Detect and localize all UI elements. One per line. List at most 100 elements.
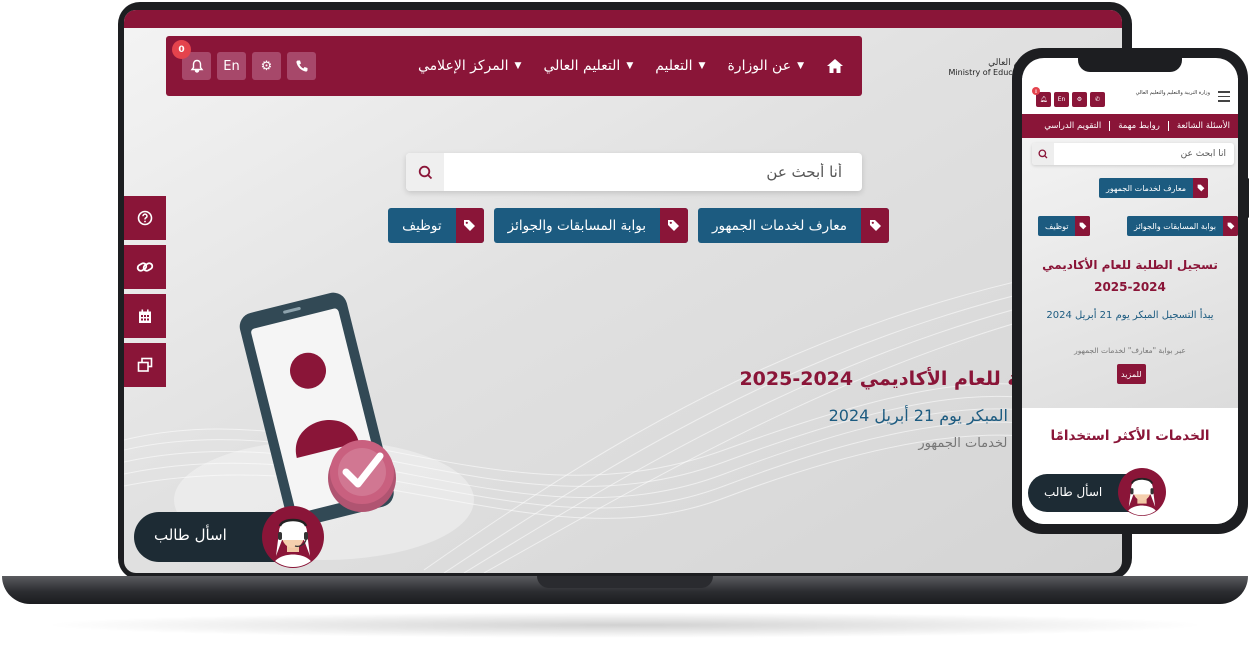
- mobile-ask-student-button[interactable]: اسأل طالب: [1028, 468, 1166, 516]
- notifications-button[interactable]: 0: [172, 40, 211, 80]
- registration-illustration: [239, 292, 396, 527]
- device-mockup: وزارة التربية والتعليم والتعليم العالي M…: [0, 0, 1250, 652]
- language-toggle-label: En: [223, 58, 240, 74]
- search-button[interactable]: [406, 153, 444, 191]
- side-quick-links: [124, 196, 166, 392]
- quick-link-label: توظيف: [402, 217, 442, 234]
- nav-item-label: التعليم العالي: [543, 58, 621, 74]
- side-faq-button[interactable]: [124, 196, 166, 240]
- home-icon[interactable]: [826, 58, 844, 74]
- language-toggle[interactable]: En: [217, 52, 246, 80]
- gear-icon: ⚙: [260, 58, 273, 74]
- nav-item-label: التعليم: [655, 58, 693, 74]
- phone-notch: [1078, 54, 1182, 72]
- nav-item-label: المركز الإعلامي: [417, 58, 509, 74]
- mobile-hero-title: تسجيل الطلبة للعام الأكاديمي 2024-2025: [1042, 258, 1218, 294]
- tag-icon: [1075, 216, 1091, 236]
- caret-down-icon: ▼: [514, 61, 522, 71]
- mobile-quick-link-jobs[interactable]: توظيف: [1038, 216, 1091, 236]
- ask-student-label: اسأل طالب: [154, 526, 227, 544]
- mobile-contact-button[interactable]: ✆: [1090, 92, 1105, 107]
- search-icon: [1038, 149, 1048, 159]
- quick-link-jobs[interactable]: توظيف: [388, 208, 484, 243]
- mobile-quick-link-maaref[interactable]: معارف لخدمات الجمهور: [1098, 178, 1208, 198]
- tag-icon: [659, 208, 688, 243]
- notification-count-badge: 0: [172, 40, 191, 59]
- main-navbar: عن الوزارة ▼ التعليم ▼ التعليم العالي ▼ …: [166, 36, 862, 96]
- quick-links: معارف لخدمات الجمهور بوابة المسابقات وال…: [388, 208, 889, 243]
- side-calendar-button[interactable]: [124, 294, 166, 338]
- nav-item-label: عن الوزارة: [727, 58, 792, 74]
- search-bar: [406, 153, 862, 191]
- mobile-quick-link-competitions[interactable]: بوابة المسابقات والجوائز: [1127, 216, 1238, 236]
- student-avatar: [262, 506, 324, 568]
- nav-item-about[interactable]: عن الوزارة ▼: [727, 58, 804, 74]
- quick-link-label: بوابة المسابقات والجوائز: [1134, 221, 1216, 231]
- phone-icon: [295, 60, 307, 72]
- phone-side-button: [1246, 178, 1249, 218]
- mobile-notifications-button[interactable]: 0 🔔︎: [1032, 87, 1051, 107]
- mobile-search-button[interactable]: [1032, 143, 1054, 165]
- notification-count-badge: 0: [1032, 87, 1040, 95]
- mobile-nav-faq[interactable]: الأسئلة الشائعة: [1177, 121, 1230, 131]
- quick-link-label: معارف لخدمات الجمهور: [1105, 183, 1186, 193]
- quick-link-maaref[interactable]: معارف لخدمات الجمهور: [697, 208, 889, 243]
- mobile-nav: الأسئلة الشائعة روابط مهمة التقويم الدرا…: [1022, 114, 1238, 138]
- mobile-ministry-logo[interactable]: وزارة التربية والتعليم والتعليم العالي: [1136, 90, 1210, 96]
- side-links-button[interactable]: [124, 245, 166, 289]
- mobile-settings-button[interactable]: ⚙: [1072, 92, 1087, 107]
- menu-icon[interactable]: [1218, 91, 1230, 105]
- windows-icon: [137, 357, 153, 372]
- search-input[interactable]: [446, 153, 852, 191]
- bell-icon: 🔔︎: [1039, 96, 1048, 103]
- hero-subtitle: يبدأ التسجيل المبكر يوم 21 أبريل 2024: [828, 406, 1020, 425]
- bell-icon: [190, 59, 203, 73]
- mobile-nav-links[interactable]: روابط مهمة: [1118, 121, 1160, 131]
- phone-icon: ✆: [1094, 96, 1101, 103]
- mobile-header: وزارة التربية والتعليم والتعليم العالي 0…: [1022, 78, 1238, 114]
- settings-button[interactable]: ⚙: [252, 52, 281, 80]
- contact-button[interactable]: [287, 52, 316, 80]
- tag-icon: [455, 208, 484, 243]
- caret-down-icon: ▼: [626, 61, 634, 71]
- side-windows-button[interactable]: [124, 343, 166, 387]
- laptop-shadow: [40, 612, 1210, 638]
- mobile-hero-subtitle: يبدأ التسجيل المبكر يوم 21 أبريل 2024: [1046, 310, 1214, 321]
- nav-item-higher-education[interactable]: التعليم العالي ▼: [543, 58, 633, 74]
- tag-icon: [861, 208, 889, 243]
- language-toggle-label: En: [1057, 96, 1066, 103]
- caret-down-icon: ▼: [797, 61, 804, 71]
- caret-down-icon: ▼: [698, 61, 706, 71]
- calendar-icon: [139, 309, 151, 323]
- tag-icon: [1223, 216, 1238, 236]
- quick-link-label: معارف لخدمات الجمهور: [711, 217, 847, 234]
- mobile-search-input[interactable]: [1054, 143, 1232, 165]
- tag-icon: [1193, 178, 1208, 198]
- hero-text-area: تسجيل الطلبة للعام الأكاديمي 2024-2025 ي…: [738, 360, 1020, 470]
- quick-link-competitions[interactable]: بوابة المسابقات والجوائز: [493, 208, 688, 243]
- more-button[interactable]: للمزيد: [1117, 364, 1146, 384]
- mobile-language-toggle[interactable]: En: [1054, 92, 1069, 107]
- quick-link-label: توظيف: [1045, 221, 1069, 231]
- nav-item-education[interactable]: التعليم ▼: [655, 58, 705, 74]
- services-title: الخدمات الأكثر استخدامًا: [1050, 428, 1210, 444]
- desktop-website: وزارة التربية والتعليم والتعليم العالي M…: [124, 10, 1122, 573]
- ask-student-button[interactable]: اسأل طالب: [134, 506, 324, 568]
- nav-item-media-center[interactable]: المركز الإعلامي ▼: [418, 58, 521, 74]
- divider: [1167, 121, 1169, 131]
- phone-frame: وزارة التربية والتعليم والتعليم العالي 0…: [1012, 48, 1249, 534]
- mobile-brand-name: وزارة التربية والتعليم والتعليم العالي: [1135, 90, 1210, 96]
- mobile-website: وزارة التربية والتعليم والتعليم العالي 0…: [1022, 58, 1238, 524]
- divider: [1109, 121, 1111, 131]
- question-icon: [137, 210, 153, 226]
- mobile-nav-calendar[interactable]: التقويم الدراسي: [1044, 121, 1101, 131]
- hero-note: عبر بوابة "معارف" لخدمات الجمهور: [918, 436, 1020, 451]
- quick-link-label: بوابة المسابقات والجوائز: [507, 217, 646, 234]
- link-icon: [136, 262, 154, 272]
- search-icon: [418, 165, 432, 179]
- hero-title: تسجيل الطلبة للعام الأكاديمي 2024-2025: [739, 368, 1020, 390]
- mobile-search-bar: [1032, 143, 1234, 165]
- gear-icon: ⚙: [1076, 96, 1083, 103]
- laptop-notch: [537, 576, 713, 588]
- mobile-hero-note: عبر بوابة "معارف" لخدمات الجمهور: [1074, 346, 1186, 355]
